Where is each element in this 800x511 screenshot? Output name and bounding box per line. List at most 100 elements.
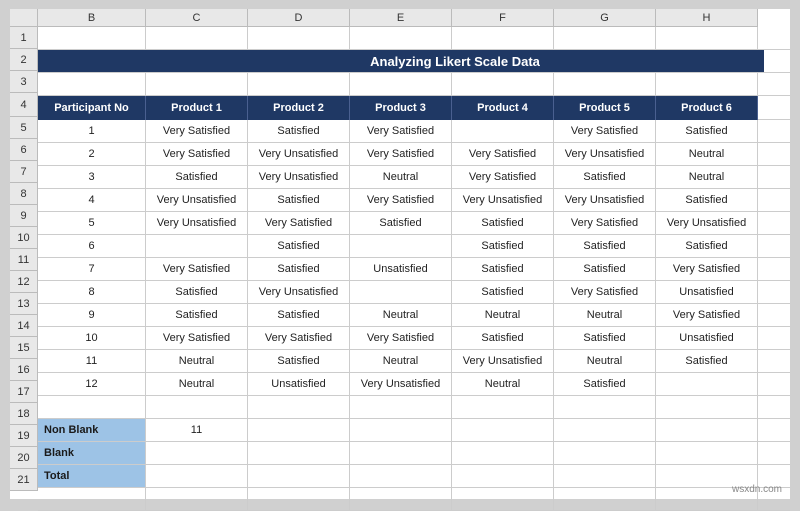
watermark: wsxdn.com: [732, 484, 782, 495]
col-header-d: D: [248, 9, 350, 27]
cell-1c: [146, 27, 248, 49]
cell-7b: 3: [38, 166, 146, 188]
cell-14g: Satisfied: [554, 327, 656, 349]
cell-1b: [38, 27, 146, 49]
cell-10c: [146, 235, 248, 257]
cell-12d: Very Unsatisfied: [248, 281, 350, 303]
row-num-5: 5: [10, 117, 38, 139]
col-header-f: F: [452, 9, 554, 27]
data-row-15: 11 Neutral Satisfied Neutral Very Unsati…: [38, 350, 790, 373]
cell-9g: Very Satisfied: [554, 212, 656, 234]
cell-5b: 1: [38, 120, 146, 142]
cell-10g: Satisfied: [554, 235, 656, 257]
cell-6e: Very Satisfied: [350, 143, 452, 165]
row-num-10: 10: [10, 227, 38, 249]
cell-12c: Satisfied: [146, 281, 248, 303]
cell-11f: Satisfied: [452, 258, 554, 280]
col-header-g: G: [554, 9, 656, 27]
cell-13c: Satisfied: [146, 304, 248, 326]
header-product5: Product 5: [554, 96, 656, 120]
cell-16b: 12: [38, 373, 146, 395]
cell-5e: Very Satisfied: [350, 120, 452, 142]
col-header-row: B C D E F G H: [10, 9, 790, 27]
row-num-2: 2: [10, 49, 38, 71]
cell-14d: Very Satisfied: [248, 327, 350, 349]
cell-13g: Neutral: [554, 304, 656, 326]
cell-14e: Very Satisfied: [350, 327, 452, 349]
row-num-14: 14: [10, 315, 38, 337]
cell-13h: Very Satisfied: [656, 304, 758, 326]
cell-6g: Very Unsatisfied: [554, 143, 656, 165]
cell-14c: Very Satisfied: [146, 327, 248, 349]
row-num-13: 13: [10, 293, 38, 315]
cell-12f: Satisfied: [452, 281, 554, 303]
row-num-17: 17: [10, 381, 38, 403]
cell-9h: Very Unsatisfied: [656, 212, 758, 234]
cell-15f: Very Unsatisfied: [452, 350, 554, 372]
cell-5f: [452, 120, 554, 142]
row-3: [38, 73, 790, 96]
cell-8g: Very Unsatisfied: [554, 189, 656, 211]
row-num-1: 1: [10, 27, 38, 49]
header-product2: Product 2: [248, 96, 350, 120]
cell-5g: Very Satisfied: [554, 120, 656, 142]
data-row-7: 3 Satisfied Very Unsatisfied Neutral Ver…: [38, 166, 790, 189]
row-4: Participant No Product 1 Product 2 Produ…: [38, 96, 790, 120]
cell-8f: Very Unsatisfied: [452, 189, 554, 211]
col-header-b: B: [38, 9, 146, 27]
cell-1f: [452, 27, 554, 49]
data-row-16: 12 Neutral Unsatisfied Very Unsatisfied …: [38, 373, 790, 396]
cell-13b: 9: [38, 304, 146, 326]
data-row-11: 7 Very Satisfied Satisfied Unsatisfied S…: [38, 258, 790, 281]
row-num-16: 16: [10, 359, 38, 381]
cell-9c: Very Unsatisfied: [146, 212, 248, 234]
cell-12g: Very Satisfied: [554, 281, 656, 303]
cell-16e: Very Unsatisfied: [350, 373, 452, 395]
cell-3c: [146, 73, 248, 95]
row-num-20: 20: [10, 447, 38, 469]
row-num-21: 21: [10, 469, 38, 491]
row-1: [38, 27, 790, 50]
cell-1g: [554, 27, 656, 49]
cell-10d: Satisfied: [248, 235, 350, 257]
cell-1e: [350, 27, 452, 49]
row-19: Blank: [38, 442, 790, 465]
cell-9d: Very Satisfied: [248, 212, 350, 234]
row-num-4: 4: [10, 93, 38, 117]
corner-cell: [10, 9, 38, 27]
data-row-13: 9 Satisfied Satisfied Neutral Neutral Ne…: [38, 304, 790, 327]
cell-15b: 11: [38, 350, 146, 372]
col-header-c: C: [146, 9, 248, 27]
cell-7g: Satisfied: [554, 166, 656, 188]
cell-16g: Satisfied: [554, 373, 656, 395]
header-product1: Product 1: [146, 96, 248, 120]
cell-9e: Satisfied: [350, 212, 452, 234]
cell-11e: Unsatisfied: [350, 258, 452, 280]
cell-6f: Very Satisfied: [452, 143, 554, 165]
row-18: Non Blank 11: [38, 419, 790, 442]
row-17: [38, 396, 790, 419]
cell-8h: Satisfied: [656, 189, 758, 211]
cell-9f: Satisfied: [452, 212, 554, 234]
cell-7e: Neutral: [350, 166, 452, 188]
cell-10f: Satisfied: [452, 235, 554, 257]
data-row-5: 1 Very Satisfied Satisfied Very Satisfie…: [38, 120, 790, 143]
cell-7c: Satisfied: [146, 166, 248, 188]
cell-3g: [554, 73, 656, 95]
grid-body: 1 2 3 4 5 6 7 8 9 10 11 12 13 14 15 16 1…: [10, 27, 790, 511]
total-label: Total: [38, 465, 146, 487]
cell-1h: [656, 27, 758, 49]
row-num-15: 15: [10, 337, 38, 359]
cell-10h: Satisfied: [656, 235, 758, 257]
cell-8e: Very Satisfied: [350, 189, 452, 211]
cell-13d: Satisfied: [248, 304, 350, 326]
cell-8c: Very Unsatisfied: [146, 189, 248, 211]
cell-12e: [350, 281, 452, 303]
cell-3d: [248, 73, 350, 95]
cell-15d: Satisfied: [248, 350, 350, 372]
cell-9b: 5: [38, 212, 146, 234]
col-header-e: E: [350, 9, 452, 27]
cell-1d: [248, 27, 350, 49]
data-row-8: 4 Very Unsatisfied Satisfied Very Satisf…: [38, 189, 790, 212]
cell-3h: [656, 73, 758, 95]
